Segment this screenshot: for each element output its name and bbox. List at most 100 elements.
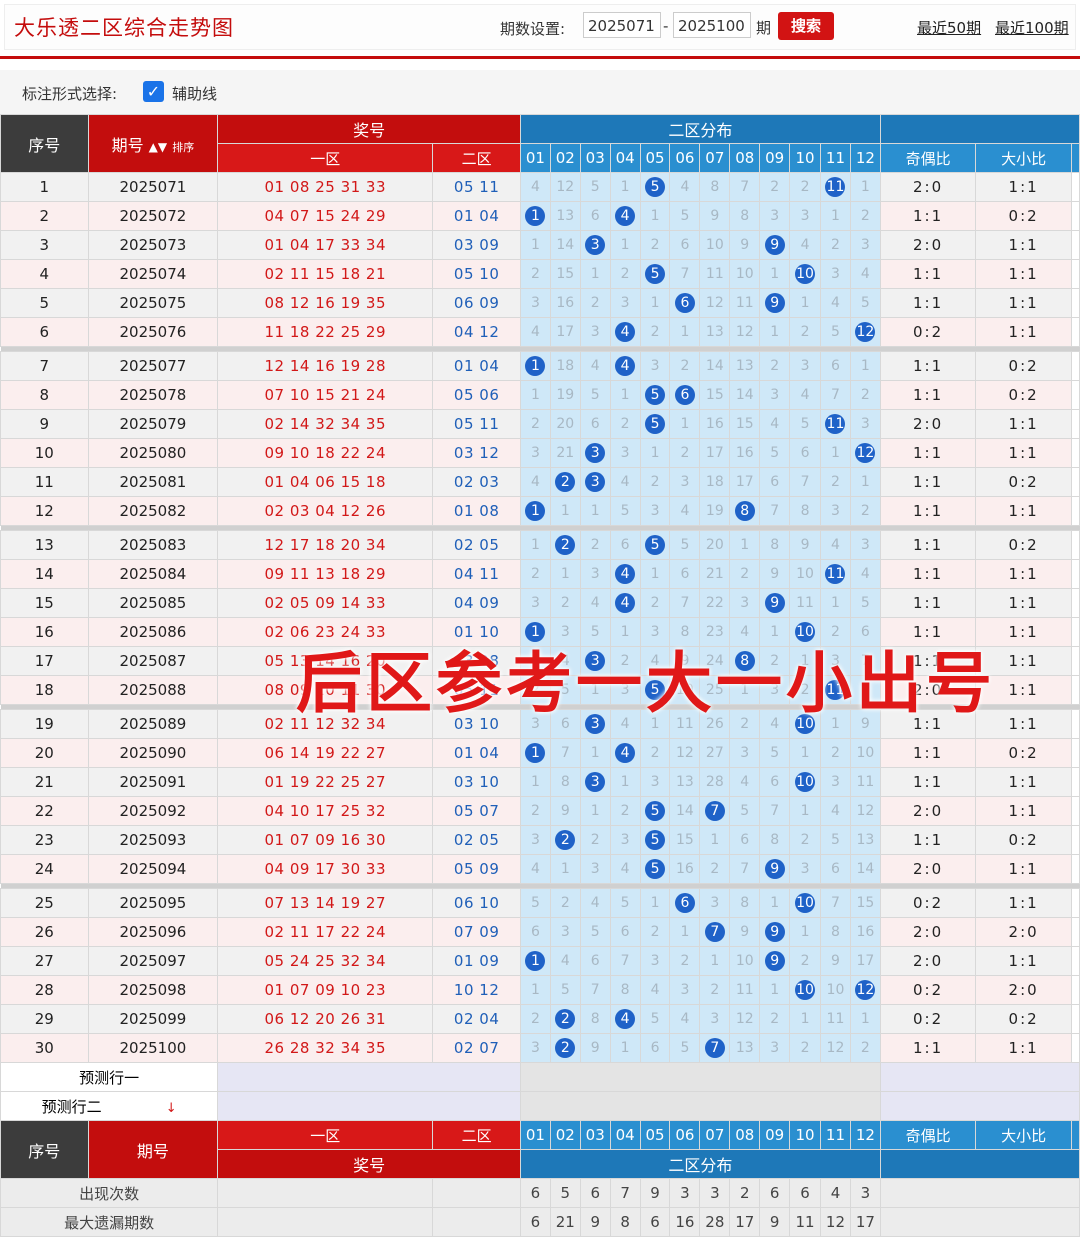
distribution-cell: 12 — [549, 172, 581, 202]
distribution-cell: 7 — [759, 796, 791, 826]
stat-value: 17 — [849, 1207, 881, 1237]
row-edge — [1070, 646, 1080, 676]
predict-distribution-area[interactable] — [519, 1091, 881, 1121]
distribution-cell: 3 — [579, 230, 611, 260]
odd-even-cell: 2:0 — [879, 172, 977, 202]
distribution-cell: 5 — [639, 380, 671, 410]
distribution-cell: 5 — [639, 796, 671, 826]
back-numbers-cell: 01 09 — [432, 946, 521, 976]
zone2-header: 二区 — [432, 143, 521, 173]
distribution-cell: 1 — [820, 438, 851, 468]
predict-input-area[interactable] — [217, 1062, 521, 1092]
predict-distribution-area[interactable] — [519, 1062, 881, 1092]
row-edge — [1070, 917, 1080, 947]
predict-ratio-area[interactable] — [879, 1062, 1080, 1092]
predict-input-area[interactable] — [217, 1091, 521, 1121]
distribution-cell: 4 — [519, 467, 551, 497]
predict-row[interactable]: 预测行二 ↓ — [0, 1091, 1080, 1121]
predict-label[interactable]: 预测行一 — [0, 1062, 219, 1092]
distribution-cell: 1 — [519, 530, 551, 560]
distribution-cell: 2 — [699, 854, 731, 884]
distribution-cell: 7 — [729, 854, 761, 884]
distribution-cell: 6 — [759, 467, 791, 497]
period-header[interactable]: 期号 ▲▼ 排序 — [87, 114, 219, 173]
page-title: 大乐透二区综合走势图 — [14, 16, 234, 40]
row-edge — [1070, 946, 1080, 976]
front-numbers-cell: 04 07 15 24 29 — [217, 201, 434, 231]
distribution-cell: 3 — [789, 854, 822, 884]
big-small-cell: 1:1 — [975, 1033, 1072, 1063]
distribution-cell: 15 — [849, 888, 881, 918]
table-row: 3 2025073 01 04 17 33 34 03 09 1 14 3 1 2 6 10 9 9 4 2… — [0, 230, 1080, 260]
period-cell: 2025079 — [87, 409, 219, 439]
distribution-cell: 3 — [609, 438, 641, 468]
hit-ball: 5 — [645, 830, 666, 850]
distribution-cell: 2 — [789, 172, 822, 202]
guide-line-checkbox[interactable]: ✓ — [143, 81, 164, 102]
number-header: 07 — [699, 143, 731, 173]
odd-even-cell: 1:1 — [879, 767, 977, 797]
hit-ball: 2 — [555, 472, 576, 492]
big-small-cell: 0:2 — [975, 530, 1072, 560]
check-icon: ✓ — [146, 82, 161, 101]
max-miss-row: 最大遗漏期数 6 21 9 8 6 16 28 17 9 11 12 17 — [0, 1207, 1080, 1237]
big-small-cell: 0:2 — [975, 825, 1072, 855]
back-numbers-cell: 03 12 — [432, 438, 521, 468]
distribution-cell: 15 — [669, 825, 701, 855]
distribution-cell: 15 — [699, 380, 731, 410]
distribution-cell: 1 — [639, 559, 671, 589]
distribution-cell: 8 — [729, 201, 761, 231]
front-numbers-cell: 02 03 04 12 26 — [217, 496, 434, 526]
distribution-cell: 5 — [639, 259, 671, 289]
distribution-header: 二区分布 — [519, 114, 881, 144]
sort-icon[interactable]: ▲▼ — [149, 140, 167, 154]
distribution-cell: 6 — [609, 530, 641, 560]
hit-ball: 11 — [825, 414, 846, 434]
distribution-cell: 4 — [789, 230, 822, 260]
stat-value: 21 — [549, 1207, 581, 1237]
front-numbers-cell: 06 14 19 22 27 — [217, 738, 434, 768]
stat-value: 6 — [519, 1178, 551, 1208]
arrow-down-icon[interactable]: ↓ — [162, 1101, 177, 1116]
period-cell: 2025099 — [87, 1004, 219, 1034]
predict-label[interactable]: 预测行二 ↓ — [0, 1091, 219, 1121]
distribution-cell: 3 — [669, 467, 701, 497]
table-row: 13 2025083 12 17 18 20 34 02 05 1 2 2 6 5 5 20 1 8 9 4… — [0, 530, 1080, 560]
distribution-cell: 11 — [820, 172, 851, 202]
footer-number-header: 05 — [639, 1120, 671, 1150]
odd-even-cell: 2:0 — [879, 854, 977, 884]
table-row: 27 2025097 05 24 25 32 34 01 09 1 4 6 7 3 2 1 10 9 2 9… — [0, 946, 1080, 976]
seq-cell: 23 — [0, 825, 89, 855]
distribution-cell: 1 — [699, 946, 731, 976]
distribution-cell: 4 — [729, 767, 761, 797]
distribution-cell: 3 — [579, 438, 611, 468]
period-start-input[interactable]: 2025071 — [583, 12, 661, 38]
distribution-cell: 14 — [549, 230, 581, 260]
distribution-cell: 14 — [699, 351, 731, 381]
recent-50-link[interactable]: 最近50期 — [917, 17, 981, 38]
stat-value: 3 — [699, 1178, 731, 1208]
period-end-input[interactable]: 2025100 — [673, 12, 751, 38]
recent-100-link[interactable]: 最近100期 — [995, 17, 1069, 38]
front-numbers-cell: 04 09 17 30 33 — [217, 854, 434, 884]
distribution-cell: 12 — [849, 975, 881, 1005]
predict-ratio-area[interactable] — [879, 1091, 1080, 1121]
distribution-cell: 5 — [639, 172, 671, 202]
search-button[interactable]: 搜索 — [778, 12, 834, 40]
distribution-cell: 22 — [699, 588, 731, 618]
distribution-cell: 10 — [699, 230, 731, 260]
predict-row[interactable]: 预测行一 — [0, 1062, 1080, 1092]
distribution-cell: 17 — [549, 317, 581, 347]
distribution-cell: 6 — [669, 559, 701, 589]
distribution-cell: 2 — [669, 351, 701, 381]
stat-blank — [879, 1178, 1080, 1208]
front-numbers-cell: 06 12 20 26 31 — [217, 1004, 434, 1034]
distribution-cell: 1 — [699, 825, 731, 855]
hit-ball: 3 — [585, 472, 606, 492]
distribution-cell: 9 — [729, 917, 761, 947]
stat-value: 2 — [729, 1178, 761, 1208]
hit-ball: 1 — [525, 501, 546, 521]
distribution-cell: 6 — [669, 288, 701, 318]
distribution-cell: 6 — [820, 351, 851, 381]
period-cell: 2025094 — [87, 854, 219, 884]
